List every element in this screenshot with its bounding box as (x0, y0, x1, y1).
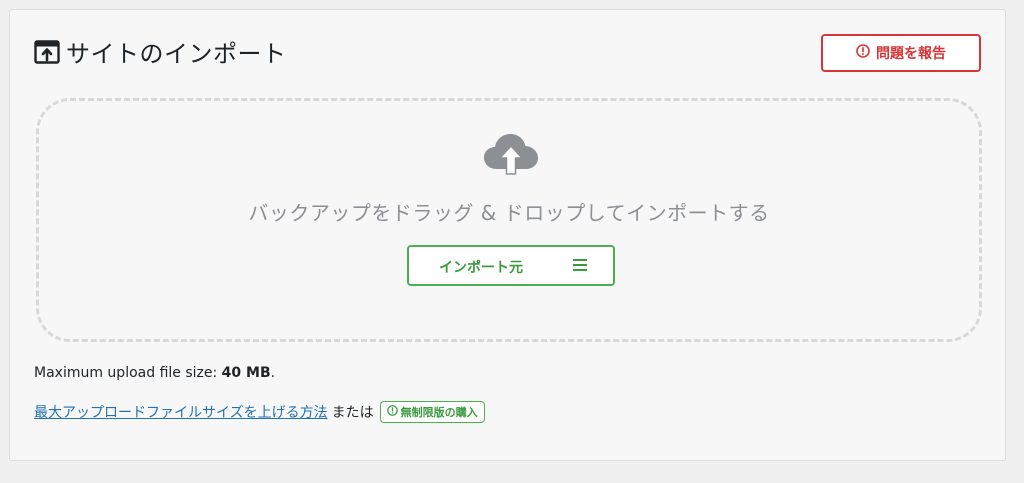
max-upload-suffix: . (270, 365, 276, 381)
max-upload-value: 40 MB (221, 365, 271, 381)
max-upload-label: Maximum upload file size: (34, 365, 218, 381)
exclamation-circle-icon (386, 405, 398, 419)
report-problem-label: 問題を報告 (876, 46, 946, 62)
import-from-label: インポート元 (439, 260, 523, 276)
import-panel: サイトのインポート 問題を報告 バックアップをドラッグ & ドロップしてインポー… (9, 9, 1006, 461)
backup-dropzone[interactable]: バックアップをドラッグ & ドロップしてインポートする インポート元 (36, 98, 982, 342)
help-line: 最大アップロードファイルサイズを上げる方法 または 無制限版の購入 (34, 401, 485, 423)
dropzone-instruction: バックアップをドラッグ & ドロップしてインポートする (248, 201, 770, 225)
increase-upload-size-link[interactable]: 最大アップロードファイルサイズを上げる方法 (34, 402, 328, 422)
report-problem-button[interactable]: 問題を報告 (821, 34, 981, 72)
buy-unlimited-label: 無制限版の購入 (400, 406, 478, 419)
max-upload-size: Maximum upload file size: 40 MB. (34, 365, 275, 381)
exclamation-circle-icon (856, 44, 870, 62)
cloud-upload-icon (483, 133, 539, 181)
page-title: サイトのインポート (66, 40, 287, 68)
page-header: サイトのインポート (34, 34, 287, 69)
import-from-button[interactable]: インポート元 (407, 245, 615, 286)
or-text: または (331, 405, 374, 421)
import-window-icon (34, 39, 60, 64)
buy-unlimited-badge[interactable]: 無制限版の購入 (379, 401, 485, 423)
hamburger-menu-icon (573, 258, 587, 276)
